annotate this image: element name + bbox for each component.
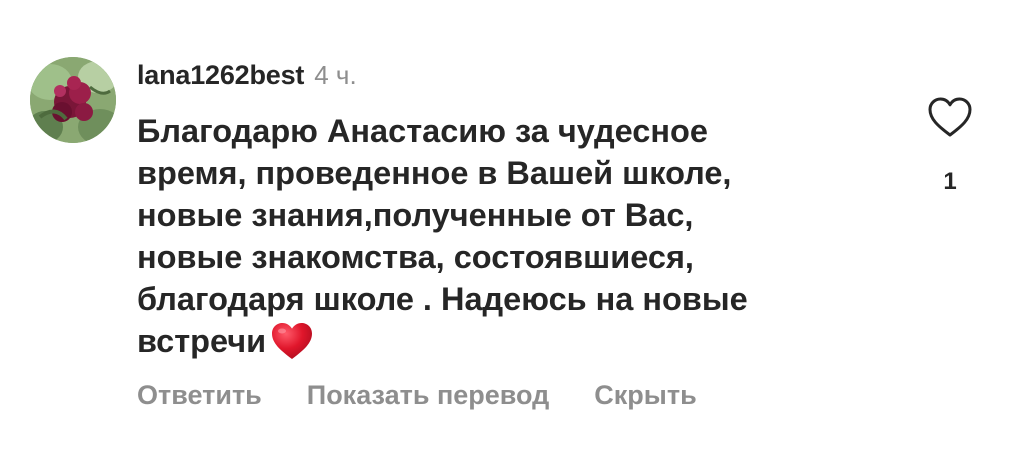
comment-last-line: встречи [137,320,877,362]
like-count: 1 [943,168,957,195]
show-translation-button[interactable]: Показать перевод [307,380,550,411]
heart-outline-icon [928,97,972,137]
comment-text: Благодарю Анастасию за чудесное время, п… [137,110,877,362]
comment-line: новые знакомства, состоявшиеся, [137,239,694,275]
comment-header: lana1262best 4 ч. [137,60,357,91]
comment-line: новые знания,полученные от Вас, [137,197,694,233]
comment-line: время, проведенное в Вашей школе, [137,155,732,191]
reply-button[interactable]: Ответить [137,380,262,411]
comment-actions: Ответить Показать перевод Скрыть [137,380,697,411]
timestamp: 4 ч. [314,60,357,90]
comment: lana1262best 4 ч. Благодарю Анастасию за… [0,0,1024,462]
comment-line: встречи [137,323,267,359]
hide-button[interactable]: Скрыть [594,380,696,411]
avatar[interactable] [30,57,116,143]
avatar-image [30,57,116,143]
like-area: 1 [922,96,978,196]
red-heart-emoji-icon [270,321,314,361]
like-button[interactable] [927,96,973,138]
comment-line: Благодарю Анастасию за чудесное [137,113,708,149]
username[interactable]: lana1262best [137,60,304,91]
comment-line: благодаря школе . Надеюсь на новые [137,281,748,317]
